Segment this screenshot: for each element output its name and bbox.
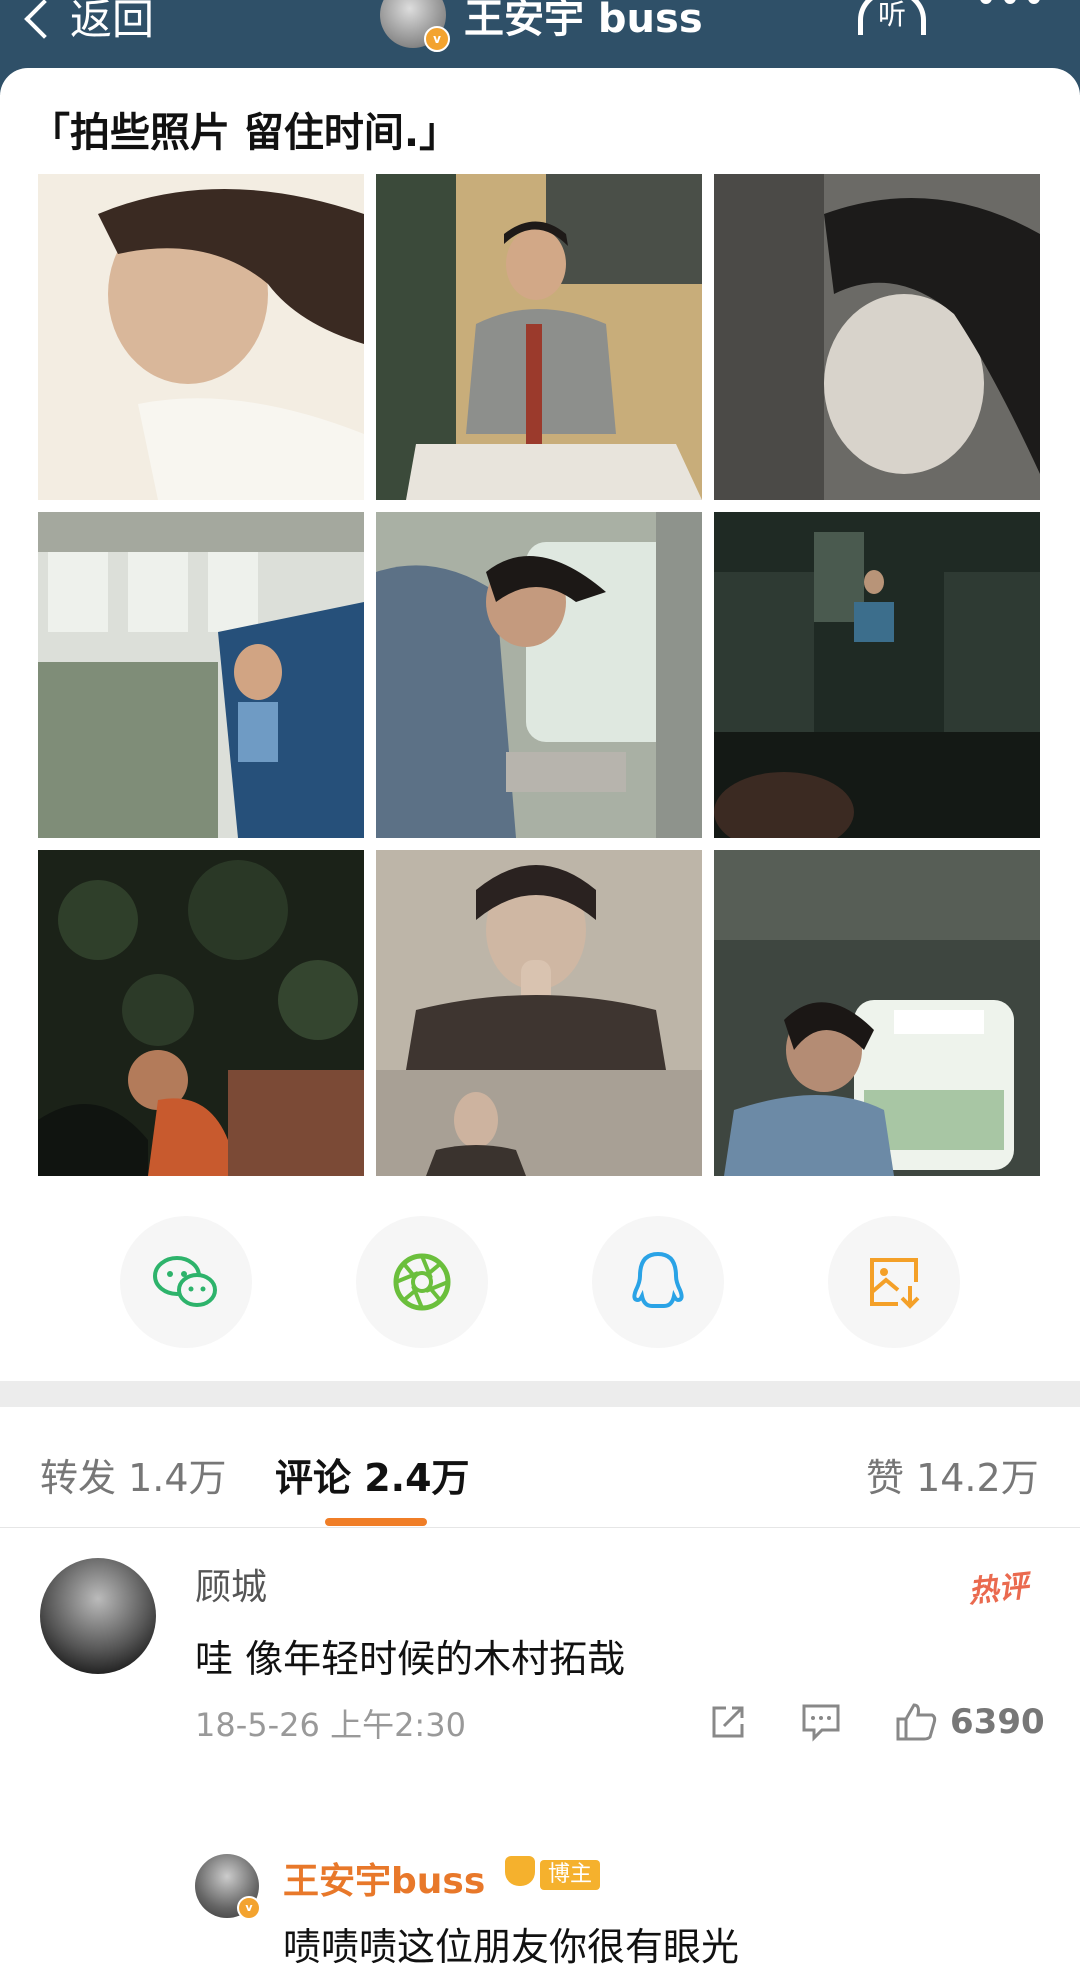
more-dot: [980, 0, 992, 4]
active-tab-indicator: [325, 1518, 427, 1526]
share-moments-button[interactable]: [356, 1216, 488, 1348]
like-comment-button[interactable]: 6390: [894, 1700, 1045, 1744]
avatar[interactable]: v: [380, 0, 450, 52]
photo-5[interactable]: [376, 512, 702, 838]
like-count: 6390: [950, 1702, 1045, 1742]
headphones-icon: 听: [858, 0, 926, 35]
save-image-icon: [870, 1258, 920, 1309]
more-dot: [1028, 0, 1040, 4]
back-button[interactable]: 返回: [24, 0, 155, 47]
tab-likes[interactable]: 赞 14.2万: [866, 1447, 1039, 1502]
chevron-left-icon: [24, 0, 64, 39]
more-dot: [1004, 0, 1016, 4]
wechat-icon: [153, 1256, 217, 1307]
comment-tabs: 转发 1.4万 评论 2.4万 赞 14.2万: [0, 1407, 1080, 1528]
photo-grid: [38, 174, 1042, 1178]
photo-1[interactable]: [38, 174, 364, 500]
comment-icon: [802, 1704, 840, 1742]
reply-text: 啧啧啧这位朋友你很有眼光: [283, 1925, 740, 1969]
share-comment-button[interactable]: [708, 1700, 748, 1744]
reply-user-name[interactable]: 王安宇buss: [283, 1852, 485, 1904]
verified-icon: v: [424, 26, 450, 52]
photo-7[interactable]: [38, 850, 364, 1176]
share-qq-button[interactable]: [592, 1216, 724, 1348]
avatar[interactable]: v: [195, 1854, 261, 1920]
share-wechat-button[interactable]: [120, 1216, 252, 1348]
share-row: [0, 1216, 1080, 1348]
nav-user[interactable]: v 王安宇 buss: [380, 0, 703, 52]
photo-4[interactable]: [38, 512, 364, 838]
comment-item: 顾城 热评 哇 像年轻时候的木村拓哉 18-5-26 上午2:30 6390 v…: [0, 1528, 1080, 1988]
post-text: 「拍些照片 留住时间.」: [30, 110, 460, 156]
comment-user-name[interactable]: 顾城: [195, 1558, 267, 1610]
photo-8[interactable]: [376, 850, 702, 1176]
tab-comments[interactable]: 评论 2.4万: [275, 1447, 470, 1502]
comment-text: 哇 像年轻时候的木村拓哉: [195, 1637, 626, 1681]
hot-comment-badge: 热评: [966, 1568, 1031, 1611]
qq-icon: [632, 1251, 684, 1308]
nav-user-name: 王安宇 buss: [464, 0, 703, 42]
thumbs-up-icon: [896, 1703, 937, 1741]
listen-label: 听: [877, 0, 906, 31]
photo-6[interactable]: [714, 512, 1040, 838]
reply-comment-button[interactable]: [800, 1700, 842, 1744]
photo-9[interactable]: [714, 850, 1040, 1176]
author-badge: 博主: [540, 1860, 601, 1890]
author-reply: v 王安宇buss 博主 啧啧啧这位朋友你很有眼光: [195, 1854, 1055, 1984]
photo-3[interactable]: [714, 174, 1040, 500]
share-icon: [712, 1706, 744, 1738]
back-label: 返回: [70, 0, 155, 44]
moments-icon: [393, 1253, 451, 1311]
photo-2[interactable]: [376, 174, 702, 500]
crown-icon: [505, 1856, 535, 1886]
listen-button[interactable]: 听: [858, 0, 926, 35]
comment-timestamp: 18-5-26 上午2:30: [195, 1706, 466, 1744]
save-image-button[interactable]: [828, 1216, 960, 1348]
section-divider: [0, 1381, 1080, 1407]
verified-icon: v: [237, 1896, 261, 1920]
avatar[interactable]: [40, 1558, 156, 1674]
tab-repost[interactable]: 转发 1.4万: [40, 1447, 227, 1502]
more-button[interactable]: [980, 0, 1040, 4]
